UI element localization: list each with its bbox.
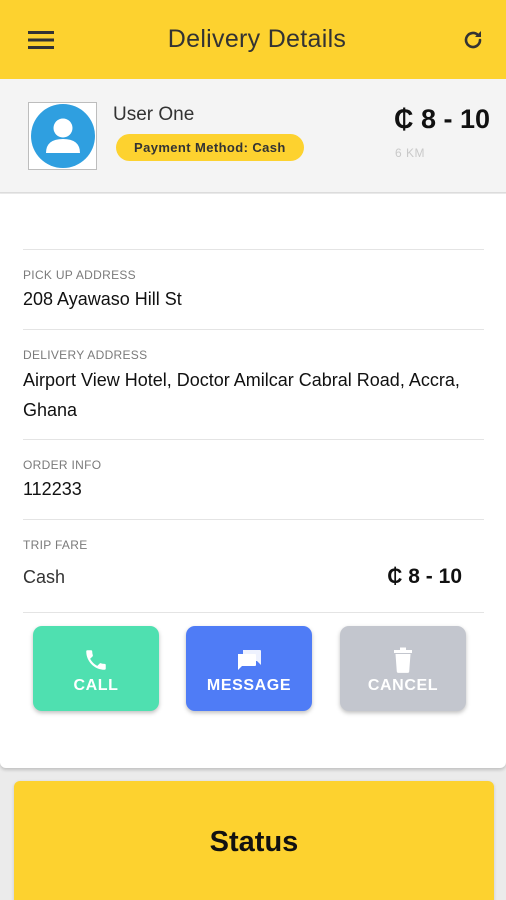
divider (23, 329, 484, 330)
chat-icon (235, 643, 263, 673)
trip-distance: 6 KM (395, 146, 426, 160)
page-title: Delivery Details (167, 25, 347, 53)
pickup-address-value: 208 Ayawaso Hill St (23, 289, 182, 309)
trip-fare-method: Cash (23, 567, 66, 587)
message-button-label: MESSAGE (206, 676, 292, 694)
message-button[interactable]: MESSAGE (186, 626, 312, 711)
call-button[interactable]: CALL (33, 626, 159, 711)
order-info-value: 112233 (23, 479, 82, 499)
refresh-icon[interactable] (458, 25, 488, 55)
order-info-label: ORDER INFO (23, 458, 102, 472)
cancel-button[interactable]: CANCEL (340, 626, 466, 711)
user-summary-card: User One Payment Method: Cash ₵ 8 - 10 6… (0, 79, 506, 193)
delivery-address-label: DELIVERY ADDRESS (23, 348, 148, 362)
divider (23, 519, 484, 520)
divider (23, 612, 484, 613)
divider (23, 439, 484, 440)
cancel-button-label: CANCEL (367, 676, 439, 694)
avatar (28, 102, 97, 170)
trip-fare-amount: ₵ 8 - 10 (387, 565, 462, 588)
price-estimate: ₵ 8 - 10 (393, 104, 490, 134)
pickup-address-label: PICK UP ADDRESS (23, 268, 136, 282)
delivery-details-card: PICK UP ADDRESS 208 Ayawaso Hill St DELI… (0, 194, 506, 768)
status-button[interactable]: Status (14, 781, 494, 900)
status-label: Status (209, 826, 299, 858)
divider (23, 249, 484, 250)
phone-icon (83, 643, 109, 673)
hamburger-menu-icon[interactable] (26, 25, 56, 55)
user-name: User One (113, 104, 195, 125)
trip-fare-label: TRIP FARE (23, 538, 88, 552)
delivery-address-value: Airport View Hotel, Doctor Amilcar Cabra… (23, 370, 460, 420)
payment-method-badge: Payment Method: Cash (116, 134, 304, 161)
trash-icon (392, 643, 414, 673)
call-button-label: CALL (73, 676, 119, 694)
app-bar: Delivery Details (0, 0, 506, 79)
user-avatar-icon (30, 104, 95, 168)
